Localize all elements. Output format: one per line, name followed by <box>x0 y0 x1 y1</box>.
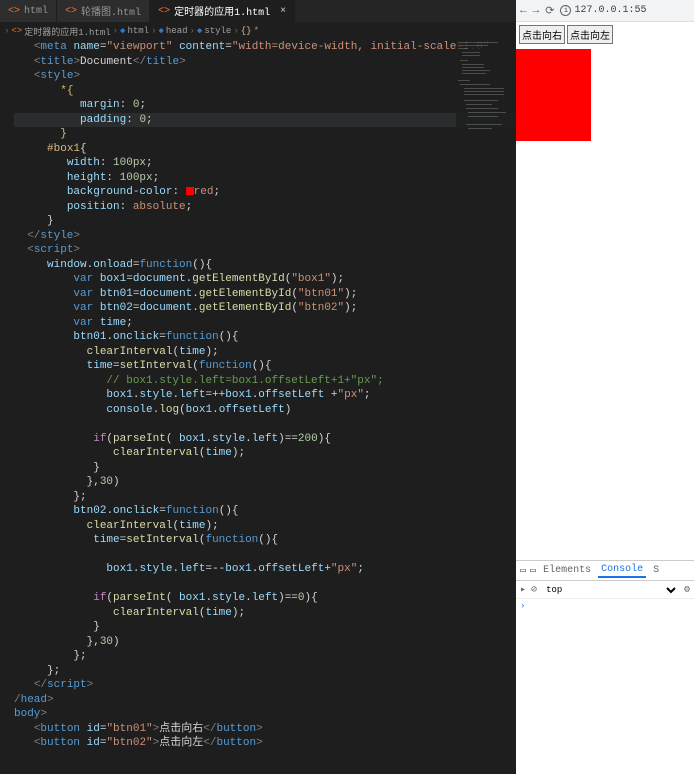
crumb-selector[interactable]: * <box>254 26 259 36</box>
tag-icon: ◆ <box>197 26 202 36</box>
devtools: ▭ ▭ Elements Console S ▸ ⊘ top › <box>516 560 694 774</box>
tab-label: 轮播图.html <box>81 3 141 19</box>
clear-console-icon[interactable]: ⊘ <box>531 584 537 596</box>
tab-html[interactable]: <> html <box>0 0 57 22</box>
back-icon[interactable]: ← <box>520 5 527 17</box>
color-swatch-icon <box>186 187 194 195</box>
tab-lunbo[interactable]: <> 轮播图.html <box>57 0 150 22</box>
console-prompt: › <box>520 601 525 611</box>
browser-toolbar: ← → ⟳ i 127.0.0.1:55 <box>516 0 694 22</box>
inspect-icon[interactable]: ▭ <box>520 565 526 577</box>
crumb-style[interactable]: style <box>204 26 231 36</box>
chevron-right-icon: › <box>4 26 9 36</box>
tab-sources[interactable]: S <box>650 564 662 577</box>
tab-dingshi[interactable]: <> 定时器的应用1.html × <box>150 0 295 22</box>
context-select[interactable]: top <box>542 584 679 596</box>
console-context-bar: ▸ ⊘ top <box>516 581 694 599</box>
btn-left[interactable]: 点击向左 <box>567 25 613 44</box>
url-text: 127.0.0.1:55 <box>574 5 646 16</box>
settings-icon[interactable] <box>684 584 690 596</box>
minimap[interactable] <box>456 40 516 220</box>
tab-console[interactable]: Console <box>598 563 646 578</box>
code-editor[interactable]: <meta name="viewport" content="width=dev… <box>0 40 516 774</box>
html-icon: <> <box>11 26 22 36</box>
tag-icon: ◆ <box>158 26 163 36</box>
red-box <box>516 49 591 141</box>
address-bar[interactable]: i 127.0.0.1:55 <box>560 5 690 16</box>
selector-icon: {} <box>241 26 252 36</box>
info-icon: i <box>560 5 571 16</box>
btn-right[interactable]: 点击向右 <box>519 25 565 44</box>
tab-label: 定时器的应用1.html <box>174 3 270 19</box>
devtools-tabbar: ▭ ▭ Elements Console S <box>516 561 694 581</box>
tag-icon: ◆ <box>120 26 125 36</box>
html-icon: <> <box>8 6 20 17</box>
close-icon[interactable]: × <box>280 6 286 17</box>
forward-icon[interactable]: → <box>533 5 540 17</box>
html-icon: <> <box>158 6 170 17</box>
tab-label: html <box>24 6 48 17</box>
tab-elements[interactable]: Elements <box>540 564 594 577</box>
crumb-head[interactable]: head <box>166 26 188 36</box>
browser-preview: ← → ⟳ i 127.0.0.1:55 点击向右 点击向左 <box>516 0 694 560</box>
reload-icon[interactable]: ⟳ <box>545 4 554 18</box>
crumb-html[interactable]: html <box>127 26 149 36</box>
device-toggle-icon[interactable]: ▭ <box>530 565 536 577</box>
html-icon: <> <box>65 6 77 17</box>
sidebar-toggle-icon[interactable]: ▸ <box>520 584 526 596</box>
crumb-file[interactable]: 定时器的应用1.html <box>24 25 110 38</box>
console-body[interactable]: › <box>516 599 694 613</box>
